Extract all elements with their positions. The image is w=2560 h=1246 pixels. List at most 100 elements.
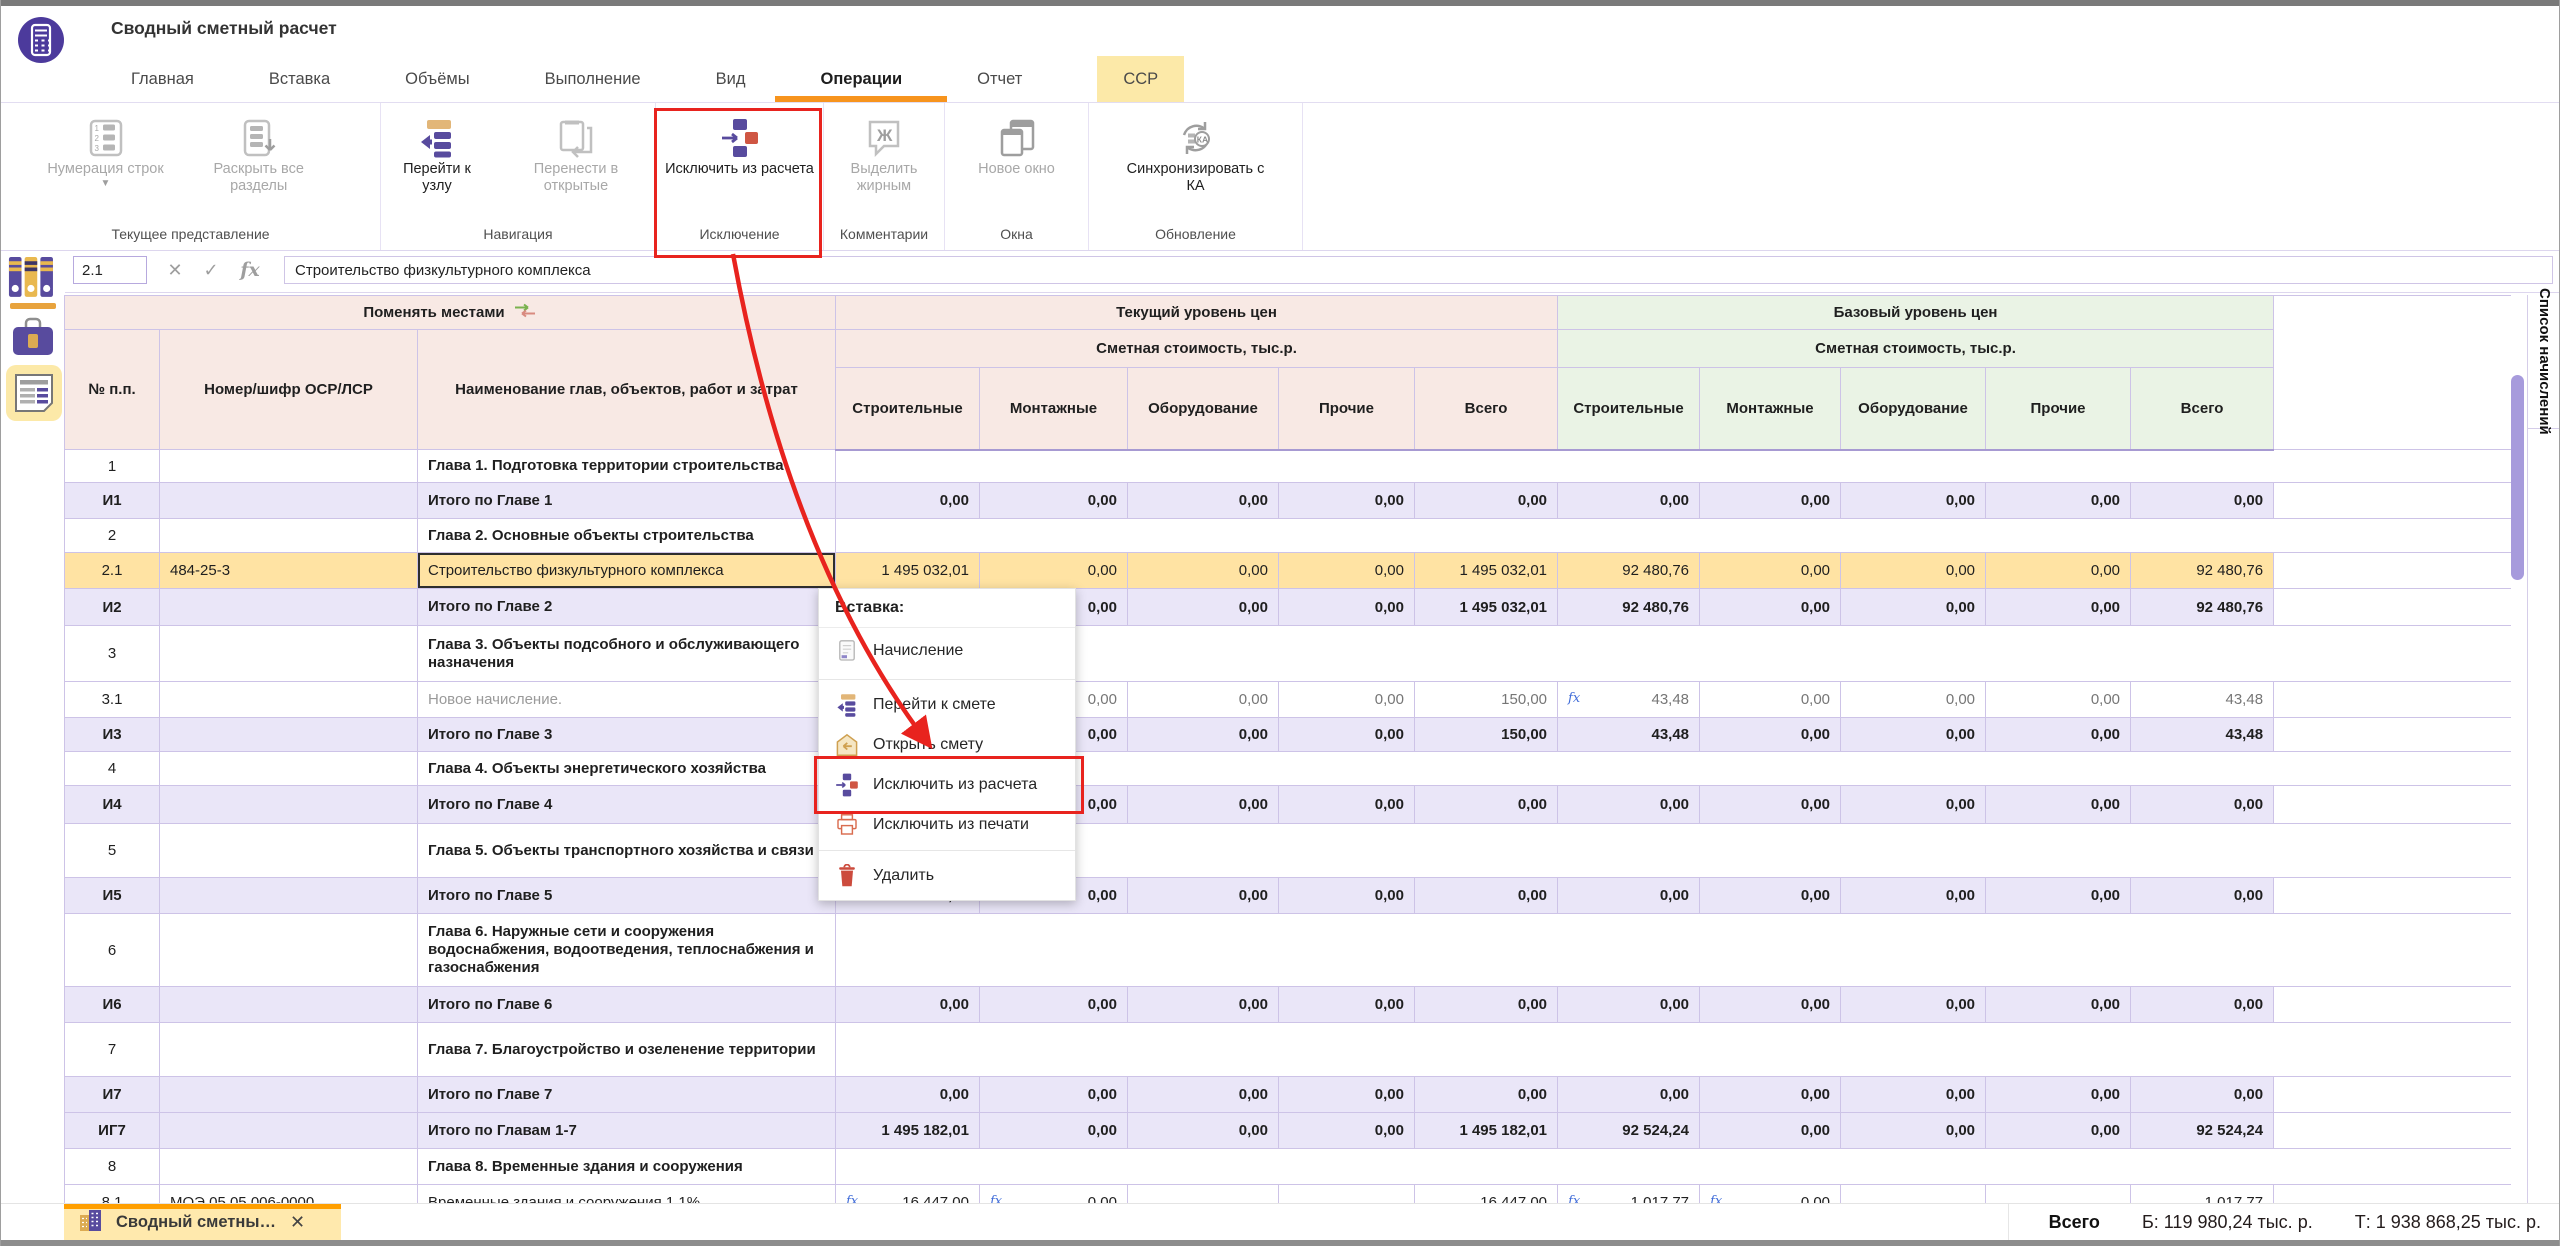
table-cell[interactable]: 0,00 bbox=[1985, 588, 2132, 626]
table-row[interactable]: 6 Глава 6. Наружные сети и сооружения вод… bbox=[64, 913, 2511, 987]
table-cell[interactable] bbox=[159, 1148, 418, 1185]
table-cell[interactable]: 1 495 032,01 bbox=[1414, 588, 1559, 626]
ribbon-tab-операции[interactable]: Операции bbox=[775, 56, 947, 102]
table-row[interactable]: И5 Итого по Главе 5 0,00 0,00 0,00 0,00 0,00 0,… bbox=[64, 877, 2511, 914]
table-cell[interactable] bbox=[159, 717, 418, 752]
table-cell[interactable] bbox=[835, 449, 2511, 483]
table-cell[interactable]: 0,00 bbox=[1840, 1112, 1987, 1149]
table-cell[interactable] bbox=[2273, 785, 2511, 824]
table-cell[interactable] bbox=[835, 751, 2511, 786]
table-cell[interactable]: 0,00 bbox=[1699, 681, 1842, 718]
col-header-name[interactable]: Наименование глав, объектов, работ и зат… bbox=[417, 329, 836, 450]
table-cell[interactable] bbox=[835, 625, 2511, 682]
table-cell[interactable]: 0,00 bbox=[1985, 552, 2132, 589]
table-cell[interactable] bbox=[2273, 1112, 2511, 1149]
table-cell[interactable]: 92 480,76 bbox=[1557, 552, 1701, 589]
col-header-num[interactable]: № п.п. bbox=[64, 329, 160, 450]
table-cell[interactable]: 0,00 bbox=[1127, 1112, 1279, 1149]
table-cell[interactable]: 0,00 bbox=[1557, 1076, 1701, 1113]
name-cell[interactable]: Итого по Главе 6 bbox=[417, 986, 836, 1023]
table-cell[interactable]: 0,00 bbox=[1127, 785, 1279, 824]
table-cell[interactable]: 0,00 bbox=[1840, 681, 1987, 718]
table-row[interactable]: 7 Глава 7. Благоустройство и озеленение т… bbox=[64, 1022, 2511, 1077]
table-cell[interactable] bbox=[835, 1148, 2511, 1185]
table-cell[interactable]: 0,00 bbox=[979, 482, 1128, 519]
table-cell[interactable]: fx 1 017,77 bbox=[1557, 1184, 1701, 1204]
table-cell[interactable]: 0,00 bbox=[1278, 1112, 1415, 1149]
toolbar-button[interactable]: КА Синхронизировать с КА bbox=[1113, 115, 1279, 195]
table-cell[interactable]: fx 0,00 bbox=[1699, 1184, 1842, 1204]
table-cell[interactable]: 0,00 bbox=[1985, 681, 2132, 718]
table-cell[interactable]: 0,00 bbox=[1699, 552, 1842, 589]
table-cell[interactable]: 0,00 bbox=[2130, 986, 2275, 1023]
name-cell[interactable]: Итого по Главе 3 bbox=[417, 717, 836, 752]
table-cell[interactable]: 43,48 bbox=[2130, 717, 2275, 752]
table-cell[interactable] bbox=[835, 913, 2511, 987]
table-cell[interactable]: 0,00 bbox=[1985, 986, 2132, 1023]
table-cell[interactable]: 0,00 bbox=[2130, 877, 2275, 914]
table-row[interactable]: 2.1 484-25-3 Строительство физкультурного … bbox=[64, 552, 2511, 589]
name-cell[interactable]: Глава 5. Объекты транспортного хозяйства… bbox=[417, 823, 836, 878]
menu-item-0[interactable]: Начисление bbox=[819, 628, 1075, 674]
table-cell[interactable]: 92 480,76 bbox=[2130, 552, 2275, 589]
table-row[interactable]: 3 Глава 3. Объекты подсобного и обслужива… bbox=[64, 625, 2511, 682]
table-cell[interactable] bbox=[159, 1076, 418, 1113]
table-cell[interactable]: 0,00 bbox=[979, 552, 1128, 589]
toolbar-button[interactable]: Ж Выделить жирным bbox=[824, 115, 944, 195]
table-cell[interactable]: 4 bbox=[64, 751, 160, 786]
table-cell[interactable]: И4 bbox=[64, 785, 160, 824]
table-cell[interactable] bbox=[2273, 482, 2511, 519]
table-row[interactable]: 4 Глава 4. Объекты энергетического хозяйс… bbox=[64, 751, 2511, 786]
name-cell[interactable]: Итого по Главе 2 bbox=[417, 588, 836, 626]
table-cell[interactable]: 0,00 bbox=[1840, 552, 1987, 589]
table-cell[interactable]: 0,00 bbox=[835, 482, 980, 519]
table-cell[interactable]: 0,00 bbox=[1840, 1076, 1987, 1113]
ribbon-tab-главная[interactable]: Главная bbox=[131, 56, 194, 102]
table-cell[interactable]: 1 bbox=[64, 449, 160, 483]
briefcase-icon[interactable] bbox=[10, 315, 56, 366]
table-cell[interactable]: 0,00 bbox=[2130, 482, 2275, 519]
table-cell[interactable] bbox=[159, 482, 418, 519]
table-cell[interactable]: 0,00 bbox=[1127, 877, 1279, 914]
table-cell[interactable] bbox=[159, 625, 418, 682]
table-cell[interactable] bbox=[2273, 681, 2511, 718]
toolbar-button[interactable]: Раскрыть все разделы bbox=[176, 115, 342, 195]
table-cell[interactable] bbox=[1985, 1184, 2132, 1204]
col-header-current-0[interactable]: Строительные bbox=[835, 367, 980, 451]
name-cell[interactable]: Глава 6. Наружные сети и сооружения водо… bbox=[417, 913, 836, 987]
table-cell[interactable]: МОЭ 05.05.006-0000 bbox=[159, 1184, 418, 1204]
table-cell[interactable]: 150,00 bbox=[1414, 681, 1559, 718]
table-cell[interactable]: 0,00 bbox=[1699, 1112, 1842, 1149]
table-cell[interactable]: 0,00 bbox=[1278, 785, 1415, 824]
table-cell[interactable] bbox=[159, 449, 418, 483]
cancel-icon[interactable]: ✕ bbox=[161, 256, 189, 284]
table-cell[interactable]: 0,00 bbox=[979, 1112, 1128, 1149]
table-cell[interactable]: 3 bbox=[64, 625, 160, 682]
confirm-icon[interactable]: ✓ bbox=[197, 256, 225, 284]
table-cell[interactable]: 0,00 bbox=[1985, 717, 2132, 752]
table-cell[interactable]: 0,00 bbox=[1985, 482, 2132, 519]
table-cell[interactable]: И1 bbox=[64, 482, 160, 519]
table-row[interactable]: И3Итого по Главе 3150,000,000,000,00150,… bbox=[64, 717, 2511, 752]
table-cell[interactable]: 1 017,77 bbox=[2130, 1184, 2275, 1204]
table-cell[interactable]: И6 bbox=[64, 986, 160, 1023]
fx-icon[interactable]: fx bbox=[233, 256, 267, 284]
name-cell[interactable]: Итого по Главе 1 bbox=[417, 482, 836, 519]
table-cell[interactable] bbox=[2273, 1076, 2511, 1113]
table-cell[interactable]: 8 bbox=[64, 1148, 160, 1185]
table-cell[interactable]: 0,00 bbox=[1985, 785, 2132, 824]
table-cell[interactable]: 0,00 bbox=[1699, 717, 1842, 752]
table-cell[interactable]: 2.1 bbox=[64, 552, 160, 589]
table-cell[interactable] bbox=[2273, 717, 2511, 752]
table-cell[interactable]: 0,00 bbox=[1414, 877, 1559, 914]
col-header-base-0[interactable]: Строительные bbox=[1557, 367, 1701, 451]
table-cell[interactable] bbox=[2273, 588, 2511, 626]
table-cell[interactable] bbox=[159, 588, 418, 626]
toolbar-button[interactable]: Перенести в открытые bbox=[497, 115, 655, 195]
table-cell[interactable] bbox=[835, 1022, 2511, 1077]
table-cell[interactable]: 92 524,24 bbox=[1557, 1112, 1701, 1149]
ribbon-tab-вставка[interactable]: Вставка bbox=[269, 56, 330, 102]
table-cell[interactable]: И5 bbox=[64, 877, 160, 914]
table-cell[interactable] bbox=[159, 681, 418, 718]
table-cell[interactable]: 0,00 bbox=[1278, 681, 1415, 718]
